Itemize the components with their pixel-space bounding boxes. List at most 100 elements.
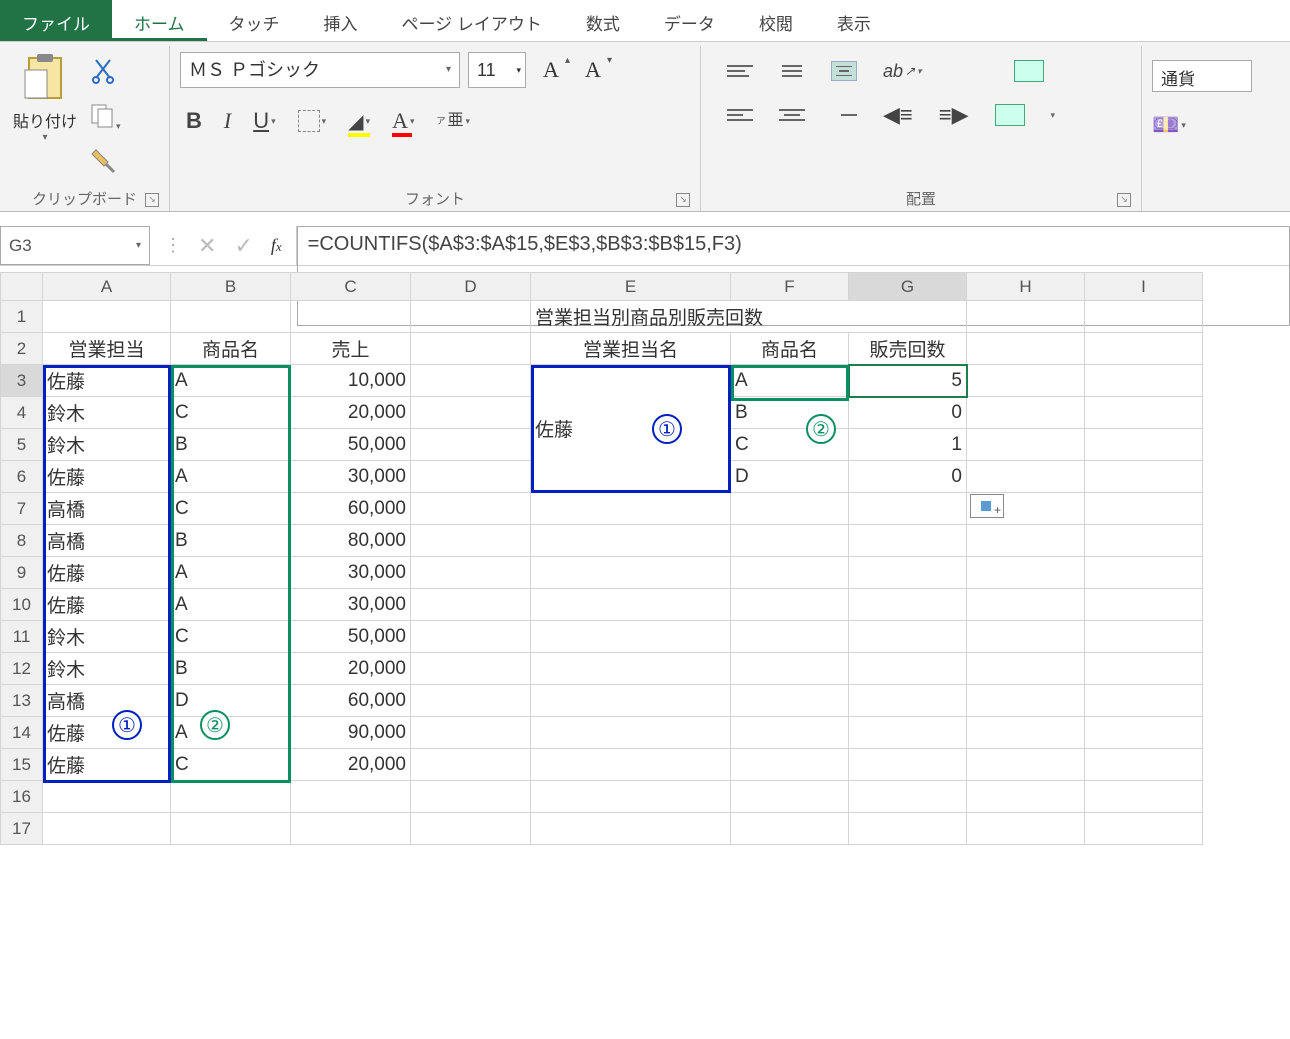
cell[interactable]: B (731, 397, 849, 429)
copy-button[interactable]: ▾ (88, 101, 121, 132)
formula-bar-expand-icon[interactable]: ⋮ (164, 235, 180, 256)
col-header-I[interactable]: I (1085, 273, 1203, 301)
insert-function-button[interactable]: fx (271, 235, 282, 256)
cell-E1[interactable]: 営業担当別商品別販売回数 (531, 301, 967, 333)
row-header[interactable]: 4 (1, 397, 43, 429)
cell[interactable]: 60,000 (291, 685, 411, 717)
font-color-button[interactable]: A▾ (392, 108, 414, 134)
align-bottom-button[interactable] (831, 61, 857, 81)
cell[interactable]: 30,000 (291, 557, 411, 589)
tab-insert[interactable]: 挿入 (302, 0, 380, 41)
align-top-button[interactable] (727, 61, 753, 81)
cell-G2[interactable]: 販売回数 (849, 333, 967, 365)
col-header-F[interactable]: F (731, 273, 849, 301)
cell[interactable]: 20,000 (291, 653, 411, 685)
cell[interactable]: 高橋 (43, 493, 171, 525)
cell[interactable]: C (171, 493, 291, 525)
cell[interactable]: 鈴木 (43, 429, 171, 461)
accounting-format-button[interactable]: 💷▾ (1152, 112, 1252, 138)
cell[interactable]: 50,000 (291, 621, 411, 653)
row-header[interactable]: 9 (1, 557, 43, 589)
col-header-E[interactable]: E (531, 273, 731, 301)
col-header-G[interactable]: G (849, 273, 967, 301)
cell[interactable]: 20,000 (291, 397, 411, 429)
increase-indent-button[interactable]: ≡▶ (939, 102, 969, 128)
tab-touch[interactable]: タッチ (207, 0, 302, 41)
cell[interactable]: 鈴木 (43, 397, 171, 429)
cell-E2[interactable]: 営業担当名 (531, 333, 731, 365)
cell[interactable]: B (171, 525, 291, 557)
row-header[interactable]: 5 (1, 429, 43, 461)
col-header-C[interactable]: C (291, 273, 411, 301)
cell[interactable]: 90,000 (291, 717, 411, 749)
font-size-select[interactable]: 11▾ (468, 52, 526, 88)
cell[interactable]: A (171, 461, 291, 493)
decrease-font-size-button[interactable]: A (576, 57, 610, 83)
tab-file[interactable]: ファイル (0, 0, 112, 41)
cell[interactable]: A (731, 365, 849, 397)
align-center-button[interactable] (779, 105, 805, 125)
row-header[interactable]: 13 (1, 685, 43, 717)
row-header[interactable]: 2 (1, 333, 43, 365)
cell[interactable]: D (171, 685, 291, 717)
tab-data[interactable]: データ (642, 0, 737, 41)
font-name-select[interactable]: ＭＳ Ｐゴシック▾ (180, 52, 460, 88)
decrease-indent-button[interactable]: ◀≡ (883, 102, 913, 128)
cell[interactable]: B (171, 653, 291, 685)
wrap-text-button[interactable] (1014, 60, 1044, 82)
cell[interactable]: 20,000 (291, 749, 411, 781)
row-header[interactable]: 16 (1, 781, 43, 813)
col-header-D[interactable]: D (411, 273, 531, 301)
select-all-corner[interactable] (1, 273, 43, 301)
cell[interactable]: 50,000 (291, 429, 411, 461)
worksheet-grid[interactable]: A B C D E F G H I 1 営業担当別商品別販売回数 2 営業担当 商… (0, 272, 1290, 845)
cell-C2[interactable]: 売上 (291, 333, 411, 365)
row-header[interactable]: 3 (1, 365, 43, 397)
cell[interactable]: 80,000 (291, 525, 411, 557)
col-header-B[interactable]: B (171, 273, 291, 301)
name-box[interactable]: G3▾ (0, 226, 150, 265)
row-header[interactable]: 17 (1, 813, 43, 845)
orientation-button[interactable]: ab↗▾ (883, 61, 922, 82)
cell[interactable]: C (171, 749, 291, 781)
cell[interactable]: 1 (849, 429, 967, 461)
italic-button[interactable]: I (224, 108, 231, 134)
cell[interactable]: 60,000 (291, 493, 411, 525)
number-format-select[interactable]: 通貨 (1152, 60, 1252, 92)
cell[interactable]: D (731, 461, 849, 493)
cell[interactable]: C (731, 429, 849, 461)
cell-A2[interactable]: 営業担当 (43, 333, 171, 365)
cell[interactable]: C (171, 621, 291, 653)
cell[interactable]: 佐藤 (43, 461, 171, 493)
tab-view[interactable]: 表示 (815, 0, 893, 41)
cell[interactable]: 高橋 (43, 525, 171, 557)
row-header[interactable]: 10 (1, 589, 43, 621)
merge-cells-button[interactable] (995, 104, 1025, 126)
bold-button[interactable]: B (186, 108, 202, 134)
cell-F2[interactable]: 商品名 (731, 333, 849, 365)
tab-home[interactable]: ホーム (112, 0, 207, 41)
phonetic-button[interactable]: ア亜▾ (437, 113, 471, 129)
align-right-button[interactable] (831, 105, 857, 125)
row-header[interactable]: 6 (1, 461, 43, 493)
col-header-H[interactable]: H (967, 273, 1085, 301)
tab-page-layout[interactable]: ページ レイアウト (380, 0, 564, 41)
row-header[interactable]: 7 (1, 493, 43, 525)
cell[interactable]: A (171, 717, 291, 749)
cell[interactable]: A (171, 589, 291, 621)
font-dialog-launcher[interactable]: ↘ (676, 193, 690, 207)
cell[interactable]: 佐藤 (43, 365, 171, 397)
cut-button[interactable] (90, 56, 118, 87)
cancel-formula-button[interactable]: ✕ (198, 233, 216, 259)
enter-formula-button[interactable]: ✓ (234, 233, 252, 259)
align-left-button[interactable] (727, 105, 753, 125)
row-header[interactable]: 14 (1, 717, 43, 749)
format-painter-button[interactable] (90, 146, 118, 174)
fill-color-button[interactable]: ◢▾ (348, 109, 370, 134)
cell[interactable]: 鈴木 (43, 653, 171, 685)
tab-review[interactable]: 校閲 (737, 0, 815, 41)
cell[interactable]: 鈴木 (43, 621, 171, 653)
row-header[interactable]: 8 (1, 525, 43, 557)
col-header-A[interactable]: A (43, 273, 171, 301)
clipboard-dialog-launcher[interactable]: ↘ (145, 193, 159, 207)
